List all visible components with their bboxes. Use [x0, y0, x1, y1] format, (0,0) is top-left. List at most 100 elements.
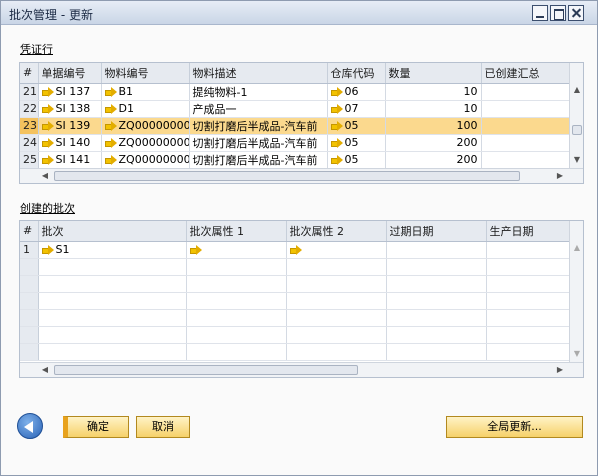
- item-description-cell[interactable]: 切割打磨后半成品-汽车前: [189, 134, 328, 152]
- scroll-left-icon[interactable]: ◀: [38, 169, 52, 183]
- maximize-button[interactable]: [550, 5, 566, 21]
- col-header-doc-number[interactable]: 单据编号: [38, 63, 102, 84]
- col-header-mfg-date[interactable]: 生产日期: [486, 221, 570, 242]
- link-arrow-icon[interactable]: [189, 245, 202, 255]
- scroll-down-icon[interactable]: ▼: [570, 153, 583, 167]
- row-number[interactable]: 24: [20, 134, 39, 152]
- scroll-down-icon[interactable]: ▼: [570, 347, 583, 361]
- link-arrow-icon[interactable]: [41, 104, 54, 114]
- col-header-expiry-date[interactable]: 过期日期: [386, 221, 487, 242]
- batches-vertical-scrollbar[interactable]: ▲ ▼: [569, 221, 583, 363]
- item-description-cell[interactable]: 产成品一: [189, 100, 328, 118]
- mfg-date-cell[interactable]: [486, 241, 570, 259]
- doc-number-cell[interactable]: SI 141: [38, 151, 102, 169]
- warehouse-cell[interactable]: 05: [327, 134, 386, 152]
- doc-lines-horizontal-scrollbar[interactable]: ◀ ▶: [20, 168, 583, 183]
- ok-button[interactable]: 确定: [63, 416, 129, 438]
- row-number[interactable]: 21: [20, 83, 39, 101]
- link-arrow-icon[interactable]: [41, 121, 54, 131]
- batch-attr-2-cell[interactable]: [286, 241, 387, 259]
- doc-number-cell[interactable]: SI 140: [38, 134, 102, 152]
- link-arrow-icon[interactable]: [104, 104, 117, 114]
- link-arrow-icon[interactable]: [41, 87, 54, 97]
- scroll-thumb[interactable]: [54, 171, 520, 181]
- doc-lines-vertical-scrollbar[interactable]: ▲ ▼: [569, 63, 583, 169]
- empty-row[interactable]: [20, 309, 570, 327]
- row-number[interactable]: 25: [20, 151, 39, 169]
- empty-row[interactable]: [20, 292, 570, 310]
- close-button[interactable]: [568, 5, 584, 21]
- col-header-num[interactable]: #: [20, 221, 39, 242]
- link-arrow-icon[interactable]: [104, 138, 117, 148]
- item-number-cell[interactable]: ZQ000000001: [101, 117, 190, 135]
- global-update-button[interactable]: 全局更新...: [446, 416, 583, 438]
- item-number-cell[interactable]: ZQ000000001: [101, 151, 190, 169]
- warehouse-cell[interactable]: 05: [327, 151, 386, 169]
- batches-horizontal-scrollbar[interactable]: ◀ ▶: [20, 362, 583, 377]
- batch-attr-1-cell[interactable]: [186, 241, 287, 259]
- link-arrow-icon[interactable]: [330, 87, 343, 97]
- created-total-cell[interactable]: [481, 117, 570, 135]
- col-header-quantity[interactable]: 数量: [385, 63, 482, 84]
- quantity-cell[interactable]: 10: [385, 83, 482, 101]
- created-total-cell[interactable]: [481, 100, 570, 118]
- col-header-batch-attr-1[interactable]: 批次属性 1: [186, 221, 287, 242]
- link-arrow-icon[interactable]: [330, 138, 343, 148]
- link-arrow-icon[interactable]: [41, 245, 54, 255]
- link-arrow-icon[interactable]: [104, 87, 117, 97]
- table-row[interactable]: 25 SI 141 ZQ000000001 切割打磨后半成品-汽车前 05 20…: [20, 151, 570, 169]
- table-row[interactable]: 1 S1: [20, 241, 570, 259]
- batch-cell[interactable]: S1: [38, 241, 187, 259]
- empty-row[interactable]: [20, 258, 570, 276]
- col-header-batch-attr-2[interactable]: 批次属性 2: [286, 221, 387, 242]
- link-arrow-icon[interactable]: [330, 155, 343, 165]
- col-header-item-description[interactable]: 物料描述: [189, 63, 328, 84]
- link-arrow-icon[interactable]: [104, 121, 117, 131]
- item-description-cell[interactable]: 切割打磨后半成品-汽车前: [189, 151, 328, 169]
- created-total-cell[interactable]: [481, 83, 570, 101]
- link-arrow-icon[interactable]: [330, 104, 343, 114]
- col-header-num[interactable]: #: [20, 63, 39, 84]
- scroll-up-icon[interactable]: ▲: [570, 241, 583, 255]
- quantity-cell[interactable]: 200: [385, 134, 482, 152]
- minimize-button[interactable]: [532, 5, 548, 21]
- created-total-cell[interactable]: [481, 151, 570, 169]
- row-number[interactable]: 1: [20, 241, 39, 259]
- col-header-item-number[interactable]: 物料编号: [101, 63, 190, 84]
- table-row[interactable]: 22 SI 138 D1 产成品一 07 10: [20, 100, 570, 118]
- scroll-thumb[interactable]: [572, 125, 582, 135]
- warehouse-cell[interactable]: 07: [327, 100, 386, 118]
- warehouse-cell[interactable]: 05: [327, 117, 386, 135]
- empty-row[interactable]: [20, 275, 570, 293]
- scroll-left-icon[interactable]: ◀: [38, 363, 52, 377]
- quantity-cell[interactable]: 200: [385, 151, 482, 169]
- warehouse-cell[interactable]: 06: [327, 83, 386, 101]
- link-arrow-icon[interactable]: [104, 155, 117, 165]
- item-number-cell[interactable]: D1: [101, 100, 190, 118]
- doc-number-cell[interactable]: SI 137: [38, 83, 102, 101]
- scroll-thumb[interactable]: [54, 365, 358, 375]
- doc-number-cell[interactable]: SI 139: [38, 117, 102, 135]
- link-arrow-icon[interactable]: [41, 138, 54, 148]
- link-arrow-icon[interactable]: [330, 121, 343, 131]
- table-row[interactable]: 24 SI 140 ZQ000000001 切割打磨后半成品-汽车前 05 20…: [20, 134, 570, 152]
- scroll-up-icon[interactable]: ▲: [570, 83, 583, 97]
- back-arrow-icon[interactable]: [17, 413, 43, 439]
- row-number[interactable]: 22: [20, 100, 39, 118]
- item-number-cell[interactable]: B1: [101, 83, 190, 101]
- scroll-right-icon[interactable]: ▶: [553, 169, 567, 183]
- doc-number-cell[interactable]: SI 138: [38, 100, 102, 118]
- col-header-created-total[interactable]: 已创建汇总: [481, 63, 570, 84]
- empty-row[interactable]: [20, 326, 570, 344]
- link-arrow-icon[interactable]: [289, 245, 302, 255]
- expiry-date-cell[interactable]: [386, 241, 487, 259]
- table-row[interactable]: 21 SI 137 B1 提纯物料-1 06 10: [20, 83, 570, 101]
- item-description-cell[interactable]: 切割打磨后半成品-汽车前: [189, 117, 328, 135]
- scroll-right-icon[interactable]: ▶: [553, 363, 567, 377]
- cancel-button[interactable]: 取消: [136, 416, 190, 438]
- table-row-selected[interactable]: 23 SI 139 ZQ000000001 切割打磨后半成品-汽车前 05 10…: [20, 117, 570, 135]
- created-total-cell[interactable]: [481, 134, 570, 152]
- col-header-batch[interactable]: 批次: [38, 221, 187, 242]
- empty-row[interactable]: [20, 343, 570, 361]
- col-header-warehouse[interactable]: 仓库代码: [327, 63, 386, 84]
